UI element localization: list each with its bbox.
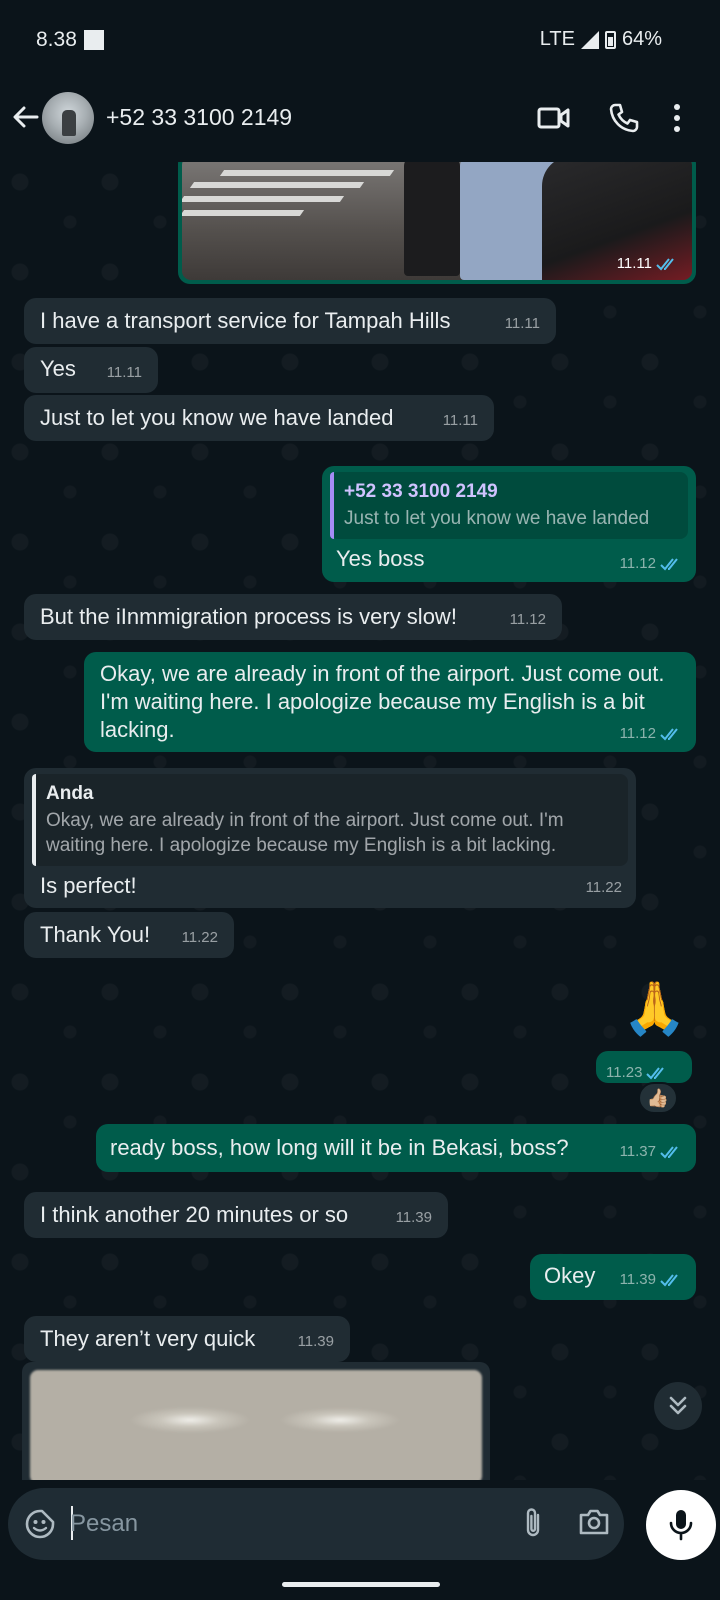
message-text: Yes xyxy=(40,356,76,381)
chat-area[interactable]: 11.11 I have a transport service for Tam… xyxy=(0,162,720,1480)
message-bubble[interactable]: Yes 11.11 xyxy=(24,347,158,393)
battery-level: 64% xyxy=(621,28,662,50)
message-text: ready boss, how long will it be in Bekas… xyxy=(110,1135,569,1160)
message-bubble[interactable]: +52 33 3100 2149 Just to let you know we… xyxy=(322,466,696,582)
image-thumbnail[interactable]: 11.11 xyxy=(182,162,692,280)
message-text: Okey xyxy=(544,1263,596,1288)
avatar[interactable] xyxy=(42,92,94,144)
message-bubble[interactable]: But the iInmmigration process is very sl… xyxy=(24,594,562,640)
message-time: 11.39 xyxy=(619,1271,656,1288)
camera-icon[interactable] xyxy=(578,1506,610,1538)
sticker-icon[interactable] xyxy=(24,1508,56,1540)
message-meta: 11.39 xyxy=(620,1266,682,1294)
message-text: Okay, we are already in front of the air… xyxy=(100,661,665,742)
more-options-icon[interactable] xyxy=(672,102,682,134)
quoted-author: Anda xyxy=(46,783,94,804)
reaction-badge[interactable]: 👍🏼 xyxy=(638,1082,678,1114)
message-input[interactable] xyxy=(70,1504,490,1544)
signal-icon xyxy=(580,30,599,49)
message-text: Is perfect! xyxy=(40,873,137,898)
emoji-time-pill: 11.23 xyxy=(596,1051,692,1083)
read-ticks-icon xyxy=(656,257,674,270)
read-ticks-icon xyxy=(646,1067,665,1080)
attach-icon[interactable] xyxy=(520,1506,546,1540)
message-time: 11.22 xyxy=(585,879,622,896)
message-meta: 11.12 xyxy=(620,550,682,578)
notification-icon xyxy=(84,30,104,50)
contact-name[interactable]: +52 33 3100 2149 xyxy=(106,104,292,131)
read-ticks-icon xyxy=(660,558,678,571)
chat-header: +52 33 3100 2149 xyxy=(0,80,720,162)
quoted-author: +52 33 3100 2149 xyxy=(344,481,498,502)
read-ticks-icon xyxy=(660,728,678,741)
message-meta: 11.11 xyxy=(617,255,678,272)
read-ticks-icon xyxy=(660,1274,678,1287)
back-arrow-icon[interactable] xyxy=(10,102,40,132)
message-time: 11.23 xyxy=(606,1064,643,1081)
message-text: Just to let you know we have landed xyxy=(40,405,394,430)
message-time: 11.37 xyxy=(619,1143,656,1160)
message-time: 11.11 xyxy=(616,255,652,272)
voice-message-button[interactable] xyxy=(646,1490,716,1560)
message-meta: 11.12 xyxy=(620,720,682,748)
microphone-icon xyxy=(669,1510,693,1541)
message-time: 11.39 xyxy=(297,1333,334,1350)
status-indicators: LTE 64% xyxy=(540,28,662,51)
double-chevron-down-icon xyxy=(669,1396,687,1415)
message-time: 11.12 xyxy=(509,611,546,628)
quoted-text: Okay, we are already in front of the air… xyxy=(46,810,564,856)
message-bubble[interactable]: I have a transport service for Tampah Hi… xyxy=(24,298,556,344)
message-time: 11.11 xyxy=(504,315,540,332)
message-time: 11.39 xyxy=(395,1209,432,1226)
message-bubble[interactable]: Just to let you know we have landed 11.1… xyxy=(24,395,494,441)
image-message[interactable] xyxy=(22,1362,490,1480)
video-call-icon[interactable] xyxy=(537,104,571,132)
message-time: 11.11 xyxy=(442,412,478,429)
message-bubble[interactable]: Thank You! 11.22 xyxy=(24,912,234,958)
quoted-message[interactable]: +52 33 3100 2149 Just to let you know we… xyxy=(330,472,688,539)
message-text: They aren’t very quick xyxy=(40,1326,256,1351)
message-text: Thank You! xyxy=(40,922,151,947)
battery-icon xyxy=(604,30,616,49)
message-bubble[interactable]: Okay, we are already in front of the air… xyxy=(84,652,696,752)
message-bubble[interactable]: I think another 20 minutes or so 11.39 xyxy=(24,1192,448,1238)
image-message[interactable]: 11.11 xyxy=(178,162,696,284)
message-bubble[interactable]: ready boss, how long will it be in Bekas… xyxy=(96,1124,696,1172)
message-text: I have a transport service for Tampah Hi… xyxy=(40,308,451,333)
voice-call-icon[interactable] xyxy=(608,102,640,134)
image-thumbnail[interactable] xyxy=(30,1370,482,1480)
message-time: 11.12 xyxy=(619,725,656,742)
navigation-handle[interactable] xyxy=(282,1582,440,1587)
status-bar: 8.38 LTE 64% xyxy=(0,0,720,80)
message-bubble[interactable]: Anda Okay, we are already in front of th… xyxy=(24,768,636,908)
emoji-message[interactable]: 🙏 xyxy=(622,979,687,1039)
message-text: Yes boss xyxy=(336,546,425,571)
status-time: 8.38 xyxy=(36,28,77,51)
network-label: LTE xyxy=(539,28,575,50)
message-text: But the iInmmigration process is very sl… xyxy=(40,604,457,629)
message-bubble[interactable]: They aren’t very quick 11.39 xyxy=(24,1316,350,1362)
message-text: I think another 20 minutes or so xyxy=(40,1202,349,1227)
scroll-to-bottom-button[interactable] xyxy=(654,1382,702,1430)
quoted-text: Just to let you know we have landed xyxy=(344,508,650,529)
message-time: 11.12 xyxy=(619,555,656,572)
message-composer xyxy=(8,1488,624,1560)
message-time: 11.22 xyxy=(181,929,218,946)
message-bubble[interactable]: Okey 11.39 xyxy=(530,1254,696,1300)
read-ticks-icon xyxy=(660,1146,678,1159)
message-time: 11.11 xyxy=(106,364,142,381)
quoted-message[interactable]: Anda Okay, we are already in front of th… xyxy=(32,774,628,866)
message-meta: 11.37 xyxy=(620,1138,682,1166)
